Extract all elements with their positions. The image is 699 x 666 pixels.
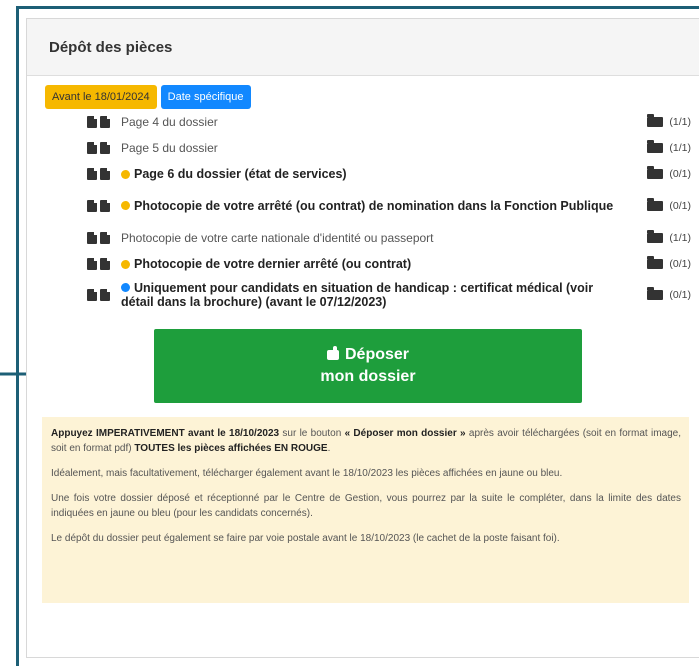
file-icon[interactable] [100, 168, 110, 180]
upload-count: (0/1) [669, 168, 691, 180]
submit-dossier-button[interactable]: Déposer mon dossier [154, 329, 582, 403]
instruction-paragraph-2: Idéalement, mais facultativement, téléch… [51, 468, 563, 479]
folder-icon[interactable] [647, 114, 664, 127]
upload-count: (1/1) [669, 142, 691, 154]
upload-count: (0/1) [669, 200, 691, 212]
file-icon[interactable] [100, 142, 110, 154]
pdf-icon[interactable] [87, 168, 97, 180]
file-icon[interactable] [100, 289, 110, 301]
document-label-text: Uniquement pour candidats en situation d… [121, 281, 594, 309]
yellow-dot-icon [121, 201, 130, 210]
upload-count: (0/1) [669, 258, 691, 270]
folder-icon[interactable] [647, 287, 664, 300]
yellow-dot-icon [121, 169, 130, 179]
file-icon[interactable] [100, 232, 110, 244]
upload-count: (1/1) [669, 116, 691, 128]
pdf-icon[interactable] [87, 258, 97, 270]
document-row-last-decree: Photocopie de votre dernier arrêté (ou c… [87, 251, 691, 277]
upload-count: (0/1) [669, 289, 691, 301]
document-list: Page 4 du dossier (1/1) Page 5 du dossie… [87, 114, 691, 313]
document-row-id-card: Photocopie de votre carte nationale d'id… [87, 225, 691, 251]
panel-title: Dépôt des pièces [27, 19, 699, 76]
document-label: Page 5 du dossier [121, 141, 218, 155]
blue-dot-icon [121, 283, 130, 292]
pdf-icon[interactable] [87, 289, 97, 301]
pdf-icon[interactable] [87, 232, 97, 244]
submit-label-line2: mon dossier [320, 368, 416, 385]
document-label: Uniquement pour candidats en situation d… [121, 281, 687, 309]
folder-icon[interactable] [647, 230, 664, 243]
pdf-icon[interactable] [87, 200, 97, 212]
document-label: Photocopie de votre arrêté (ou contrat) … [121, 199, 687, 213]
folder-icon[interactable] [647, 140, 664, 153]
yellow-dot-icon [121, 259, 130, 269]
document-label: Photocopie de votre dernier arrêté (ou c… [134, 257, 412, 271]
file-icon[interactable] [100, 116, 110, 128]
upload-count: (1/1) [669, 232, 691, 244]
instruction-paragraph-4: Le dépôt du dossier peut également se fa… [51, 533, 560, 544]
document-row-page4: Page 4 du dossier (1/1) [87, 109, 691, 135]
thumbs-up-icon [326, 346, 339, 360]
document-row-medical-certificate: Uniquement pour candidats en situation d… [87, 277, 691, 313]
pdf-icon[interactable] [87, 116, 97, 128]
folder-icon[interactable] [647, 256, 664, 269]
document-label: Photocopie de votre carte nationale d'id… [121, 231, 434, 245]
document-row-page6: Page 6 du dossier (état de services) (0/… [87, 161, 691, 187]
document-label: Page 4 du dossier [121, 115, 218, 129]
document-row-page5: Page 5 du dossier (1/1) [87, 135, 691, 161]
document-label: Page 6 du dossier (état de services) [134, 167, 347, 181]
file-icon[interactable] [100, 258, 110, 270]
folder-icon[interactable] [647, 198, 664, 211]
submit-label-line1: Déposer [344, 346, 410, 363]
badge-deadline: Avant le 18/01/2024 [45, 85, 157, 109]
document-label-text: Photocopie de votre arrêté (ou contrat) … [134, 199, 614, 213]
pdf-icon[interactable] [87, 142, 97, 154]
instruction-paragraph-1: Appuyez IMPERATIVEMENT avant le 18/10/20… [51, 428, 681, 454]
document-row-nomination: Photocopie de votre arrêté (ou contrat) … [87, 187, 691, 225]
file-icon[interactable] [100, 200, 110, 212]
instruction-paragraph-3: Une fois votre dossier déposé et récepti… [51, 493, 681, 519]
instructions-box: Appuyez IMPERATIVEMENT avant le 18/10/20… [42, 417, 689, 603]
legend-badges: Avant le 18/01/2024 Date spécifique [45, 85, 251, 109]
folder-icon[interactable] [647, 166, 664, 179]
badge-specific-date: Date spécifique [160, 85, 251, 109]
